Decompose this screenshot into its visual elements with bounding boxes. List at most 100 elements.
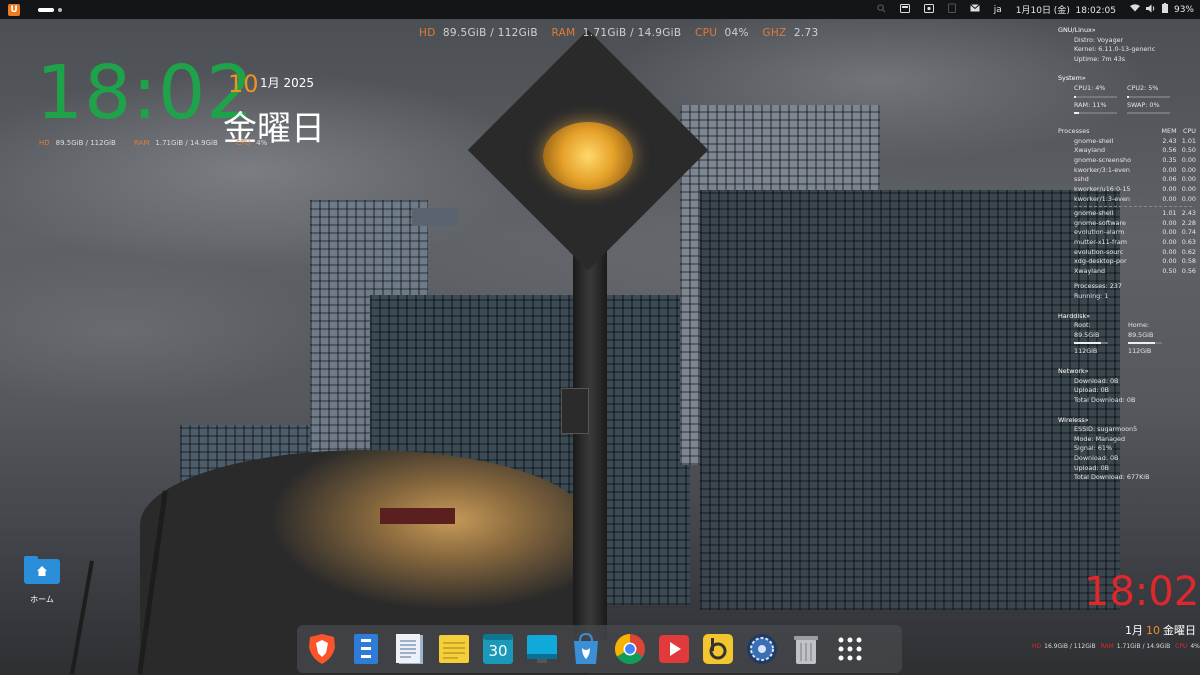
process-cpu: 0.63 [1181,237,1196,246]
chrome-icon[interactable] [613,632,647,666]
clock-day: 10 [228,70,259,98]
search-icon[interactable] [877,3,886,16]
cpu-label: CPU [695,27,718,39]
process-mem: 0.00 [1162,228,1177,237]
distro-text: Distro: Voyager [1074,35,1124,44]
cpu-value: 04% [724,27,749,39]
calendar-icon[interactable]: 30 [481,632,515,666]
settings-icon[interactable] [745,632,779,666]
clock-hd-value: 89.5GiB / 112GiB [55,139,116,147]
brave-browser-icon[interactable] [305,632,339,666]
clock-cpu-label: CPU [235,139,251,147]
secondary-clock-time: 18:02 [1084,569,1200,615]
process-cpu: 0.00 [1181,156,1196,165]
home-label: Home: 89.5GiB [1128,321,1154,339]
wireless-signal: Signal: 61% [1074,444,1113,453]
software-store-icon[interactable] [569,632,603,666]
network-download: Download: 0B [1074,376,1119,385]
display-icon[interactable] [525,632,559,666]
process-mem: 0.56 [1162,146,1177,155]
process-name: gnome-screensho [1074,156,1132,165]
process-row: mutter-x11-fram 0.00 0.63 [1074,238,1196,248]
wireless-download: Download: 0B [1074,453,1119,462]
bitwarden-icon[interactable] [701,632,735,666]
process-cpu: 0.56 [1181,266,1196,275]
uptime-text: Uptime: 7m 43s [1074,54,1126,63]
process-name: xdg-desktop-por [1074,257,1127,266]
wireless-section: Wireless» ESSID: sugarmoon5 Mode: Manage… [1054,416,1196,483]
workspace-active-indicator[interactable] [38,7,54,12]
process-mem: 1.01 [1162,209,1177,218]
mail-icon[interactable] [969,4,980,15]
mem-header: MEM [1161,127,1177,136]
trash-icon[interactable] [789,632,823,666]
gnu-linux-section: GNU/Linux» Distro: Voyager Kernel: 6.11.… [1054,26,1196,64]
workspace-indicator[interactable] [38,7,62,12]
clock-hd-label: HD [39,139,50,147]
video-player-icon[interactable] [657,632,691,666]
hsbc-sign [412,208,457,226]
kernel-text: Kernel: 6.11.0-13-generic [1074,45,1156,54]
home-bar [1128,342,1156,345]
process-cpu: 0.50 [1181,146,1196,155]
wireless-total-download: Total Download: 677KiB [1074,473,1150,482]
rstats-cpu-label: CPU [1175,643,1188,650]
ram-label: RAM [551,27,576,39]
process-cpu: 0.00 [1181,184,1196,193]
workspace-dot[interactable] [58,7,62,12]
secondary-clock-month: 1月 [1125,624,1143,637]
secondary-clock-day: 10 [1146,624,1160,637]
home-label[interactable]: ホーム [22,594,62,605]
process-list-by-mem: gnome-shell 1.01 2.43 gnome-software 0.00 2.2… [1054,209,1196,276]
dock: 30 [297,625,902,673]
clipboard-icon[interactable] [947,3,956,16]
system-section: System» CPU1: 4% CPU2: 5% RAM: 11% SWAP:… [1054,74,1196,117]
big-clock-time: 18:02 [36,50,255,136]
text-editor-icon[interactable] [393,632,427,666]
process-name: kworker/1:3-even [1074,194,1130,203]
files-icon[interactable] [349,632,383,666]
process-name: Xwayland [1074,266,1106,275]
clock-cpu-value: 4% [256,139,268,147]
home-folder-icon[interactable] [24,556,60,584]
process-mem: 0.00 [1162,237,1177,246]
battery-percent[interactable]: 93% [1174,5,1194,15]
system-title: System» [1058,74,1086,83]
process-row: gnome-shell 1.01 2.43 [1074,209,1196,219]
process-mem: 0.00 [1162,194,1177,203]
process-cpu: 0.62 [1181,247,1196,256]
cpu2-bar [1127,95,1130,98]
process-cpu: 0.00 [1181,194,1196,203]
process-mem: 0.00 [1162,247,1177,256]
datetime-display[interactable]: 1月10日 (金) 18:02:05 [1016,3,1116,16]
ubuntu-unity-logo-icon[interactable]: U [8,3,20,16]
input-method-indicator[interactable]: ja [994,5,1002,15]
process-name: sshd [1074,175,1089,184]
root-bar [1074,342,1102,345]
process-list-by-cpu: gnome-shell 2.43 1.01 Xwayland 0.56 0.50 gnome… [1054,137,1196,204]
wireless-title: Wireless» [1058,415,1089,424]
ram-value: 1.71GiB / 14.9GiB [582,27,682,39]
process-name: gnome-shell [1074,209,1114,218]
volume-icon[interactable] [1145,4,1156,16]
wifi-icon[interactable] [1129,4,1140,15]
process-row: xdg-desktop-por 0.00 0.58 [1074,257,1196,267]
notes-icon[interactable] [437,632,471,666]
desktop-home-shortcut[interactable]: ホーム [22,556,62,605]
process-mem: 0.00 [1162,257,1177,266]
screenshot-icon[interactable] [923,3,934,16]
rstats-cpu-value: 4% [1190,643,1200,650]
battery-icon[interactable] [1161,3,1168,16]
big-easy-sign [380,508,455,524]
process-name: mutter-x11-fram [1074,237,1127,246]
process-name: gnome-software [1074,218,1126,227]
weather-icon[interactable] [899,3,910,16]
process-mem: 0.06 [1162,175,1177,184]
ram-usage-label: RAM: 11% [1074,100,1107,109]
process-row: Xwayland 0.50 0.56 [1074,267,1196,277]
app-grid-icon[interactable] [833,632,867,666]
process-mem: 0.00 [1162,184,1177,193]
rstats-ram-value: 1.71GiB / 14.9GiB [1116,643,1171,650]
process-mem: 2.43 [1162,136,1177,145]
processes-total: Processes: 237 [1074,282,1122,291]
